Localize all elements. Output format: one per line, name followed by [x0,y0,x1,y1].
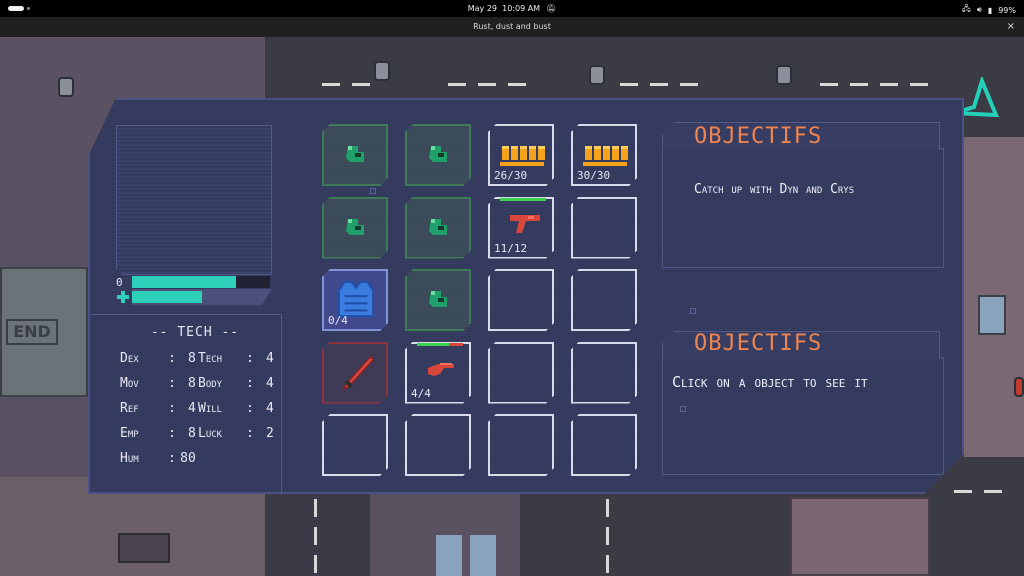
item-count: 0/4 [328,314,348,327]
circuit-node [690,308,696,314]
lane-mark [620,83,638,86]
building-window [470,535,496,576]
battery-percent: 99% [998,5,1016,15]
inventory-slot-empty[interactable] [488,414,554,476]
lane-mark [820,83,838,86]
volume-icon: 🔊︎ [976,5,982,14]
trash-bin-icon [776,65,792,85]
building-window [436,535,462,576]
inventory-slot-empty[interactable] [405,414,471,476]
lane-mark [352,83,370,86]
stat-emp: Emp:8 [120,426,196,441]
stat-luck: Luck:2 [198,426,274,441]
clock-date: May 29 [467,4,498,13]
inventory-slot-vest[interactable]: 0/4 [322,269,388,331]
lane-mark [606,555,609,573]
inventory-slot-glove[interactable] [405,124,471,186]
inventory-slot-blade[interactable] [322,342,388,404]
armor-track [132,276,270,288]
health-fill [132,291,202,303]
trash-bin-icon [589,65,605,85]
window-title-bar: Rust, dust and bust × [0,17,1024,37]
armor-value: 0 [116,275,123,289]
lane-mark [606,499,609,517]
inventory-slot-empty[interactable] [488,342,554,404]
inventory-slot-empty[interactable] [571,197,637,259]
item-count: 30/30 [577,169,611,182]
building-window [978,295,1006,335]
durability-bar [417,343,463,346]
inventory-slot-empty[interactable] [571,269,637,331]
lane-mark [508,83,526,86]
stat-dex: Dex:8 [120,351,196,366]
inventory-slot-glove[interactable] [322,124,388,186]
inventory-slot-ammo[interactable]: 30/30 [571,124,637,186]
lane-mark [650,83,668,86]
item-details-title: OBJECTIFS [694,331,823,356]
window-title: Rust, dust and bust [473,22,551,31]
system-top-bar: May 29 10:09 AM 🔕︎ 🖧︎ 🔊︎ ▮ 99% [0,0,1024,17]
inventory-slot-shotgun[interactable]: 4/4 [405,342,471,404]
robot-npc-icon[interactable] [58,77,74,97]
stat-tech: Tech:4 [198,351,274,366]
lane-mark [984,490,1002,493]
stat-will: Will:4 [198,401,274,416]
health-track [132,289,272,305]
inventory-slot-empty[interactable] [488,269,554,331]
inventory-panel: 0 -- TECH -- Dex:8 Tech:4 Mov:8 Body:4 R… [88,98,964,494]
lane-mark [448,83,466,86]
inventory-slot-glove[interactable] [405,197,471,259]
lane-mark [478,83,496,86]
building-bottom-right [790,497,930,576]
stat-ref: Ref:4 [120,401,196,416]
lane-mark [880,83,898,86]
inventory-slot-pistol[interactable]: 11/12 [488,197,554,259]
inventory-slot-ammo[interactable]: 26/30 [488,124,554,186]
lane-mark [314,499,317,517]
clock-time: 10:09 AM [502,4,541,13]
lane-mark [680,83,698,86]
stat-mov: Mov:8 [120,376,196,391]
health-cross-icon [116,290,130,304]
player-character-icon[interactable] [1014,377,1024,397]
stat-hum: Hum:80 [120,451,196,466]
inventory-slot-empty[interactable] [571,342,637,404]
building-window [118,533,170,563]
lane-mark [314,527,317,545]
objective-item: Catch up with Dyn and Crys [694,182,855,197]
lane-mark [954,490,972,493]
inventory-slot-glove[interactable] [322,197,388,259]
inventory-slot-glove[interactable] [405,269,471,331]
lane-mark [850,83,868,86]
notifications-muted-icon: 🔕︎ [546,4,557,13]
system-tray[interactable]: 🖧︎ 🔊︎ ▮ 99% [962,3,1016,17]
armor-bar: 0 [116,275,270,289]
lane-mark [322,83,340,86]
trash-bin-icon [374,61,390,81]
lane-mark [314,555,317,573]
armor-fill [132,276,236,288]
clock[interactable]: May 29 10:09 AM 🔕︎ [0,4,1024,13]
item-count: 11/12 [494,241,528,255]
item-count: 4/4 [411,386,431,400]
item-details-hint: Click on a object to see it [672,373,868,391]
durability-bar [500,198,546,201]
objectives-box [662,148,944,268]
end-sign: END [6,319,58,345]
class-title: -- TECH -- [150,325,240,340]
inventory-slot-empty[interactable] [571,414,637,476]
lane-mark [910,83,928,86]
circuit-node [370,188,376,194]
character-portrait [116,125,272,275]
lane-mark [606,527,609,545]
item-count: 26/30 [494,169,528,182]
stat-body: Body:4 [198,376,274,391]
objectives-title: OBJECTIFS [694,124,823,149]
close-window-button[interactable]: × [1007,17,1015,37]
battery-icon: ▮ [987,5,993,15]
network-icon: 🖧︎ [961,4,971,13]
inventory-slot-empty[interactable] [322,414,388,476]
